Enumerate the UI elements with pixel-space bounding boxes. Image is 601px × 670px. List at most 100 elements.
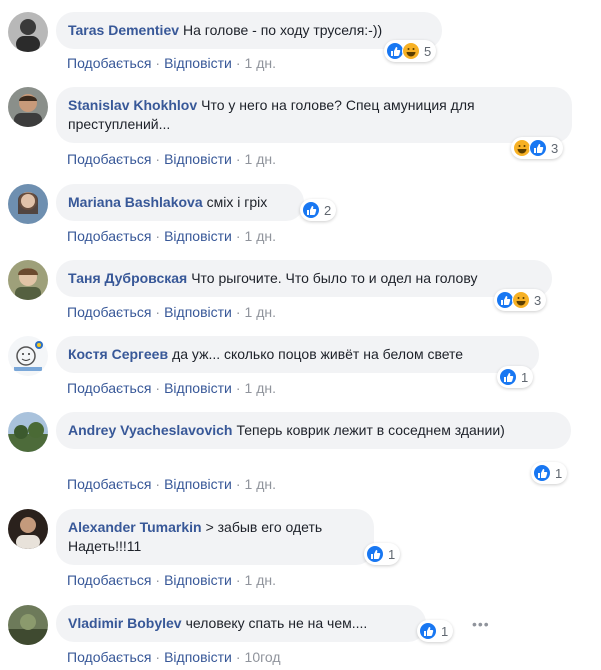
like-button[interactable]: Подобається bbox=[67, 476, 151, 492]
reaction-count: 3 bbox=[551, 140, 559, 156]
reaction-count: 1 bbox=[521, 369, 529, 385]
separator: · bbox=[155, 649, 161, 665]
reaction-count: 1 bbox=[555, 465, 563, 481]
comment-bubble: Mariana Bashlakova сміх і гріх bbox=[56, 184, 304, 221]
reply-button[interactable]: Відповісти bbox=[164, 476, 232, 492]
reply-button[interactable]: Відповісти bbox=[164, 380, 232, 396]
comment-author[interactable]: Stanislav Khokhlov bbox=[68, 97, 197, 113]
comment-author[interactable]: Andrey Vyacheslavovich bbox=[68, 422, 232, 438]
reaction-summary[interactable]: 1 bbox=[364, 543, 401, 565]
separator: · bbox=[235, 228, 241, 244]
timestamp[interactable]: 10год bbox=[245, 649, 281, 665]
like-icon bbox=[533, 464, 551, 482]
timestamp[interactable]: 1 дн. bbox=[245, 151, 276, 167]
reaction-summary[interactable]: 2 bbox=[300, 199, 337, 221]
reaction-count: 2 bbox=[324, 202, 332, 218]
separator: · bbox=[155, 228, 161, 244]
reply-button[interactable]: Відповісти bbox=[164, 304, 232, 320]
reaction-count: 1 bbox=[441, 623, 449, 639]
avatar[interactable] bbox=[8, 12, 48, 52]
like-icon bbox=[529, 139, 547, 157]
comment-actions: Подобається · Відповісти · 1 дн. bbox=[67, 55, 276, 71]
avatar[interactable] bbox=[8, 509, 48, 549]
comment-actions: Подобається · Відповісти · 1 дн. bbox=[67, 151, 276, 167]
timestamp[interactable]: 1 дн. bbox=[245, 476, 276, 492]
comment-actions: Подобається · Відповісти · 10год bbox=[67, 649, 281, 665]
like-icon bbox=[302, 201, 320, 219]
avatar[interactable] bbox=[8, 336, 48, 376]
comment-actions: Подобається · Відповісти · 1 дн. bbox=[67, 304, 276, 320]
separator: · bbox=[235, 151, 241, 167]
haha-icon bbox=[512, 291, 530, 309]
comment-actions: Подобається · Відповісти · 1 дн. bbox=[67, 476, 276, 492]
timestamp[interactable]: 1 дн. bbox=[245, 304, 276, 320]
comment-bubble: Таня Дубровская Что рыгочите. Что было то… bbox=[56, 260, 552, 297]
comment-text: человеку спать не на чем.... bbox=[185, 615, 368, 631]
separator: · bbox=[155, 151, 161, 167]
like-button[interactable]: Подобається bbox=[67, 151, 151, 167]
like-button[interactable]: Подобається bbox=[67, 572, 151, 588]
comment-author[interactable]: Костя Сергеев bbox=[68, 346, 168, 362]
reply-button[interactable]: Відповісти bbox=[164, 151, 232, 167]
comment-author[interactable]: Taras Dementiev bbox=[68, 22, 179, 38]
reply-button[interactable]: Відповісти bbox=[164, 228, 232, 244]
comment-author[interactable]: Mariana Bashlakova bbox=[68, 194, 203, 210]
avatar[interactable] bbox=[8, 412, 48, 452]
avatar[interactable] bbox=[8, 87, 48, 127]
haha-icon bbox=[402, 42, 420, 60]
comment-bubble: Stanislav Khokhlov Что у него на голове? … bbox=[56, 87, 572, 143]
reaction-summary[interactable]: 1 bbox=[531, 462, 568, 484]
reaction-summary[interactable]: 5 bbox=[384, 40, 437, 62]
like-button[interactable]: Подобається bbox=[67, 380, 151, 396]
reply-button[interactable]: Відповісти bbox=[164, 55, 232, 71]
separator: · bbox=[155, 572, 161, 588]
comment-author[interactable]: Vladimir Bobylev bbox=[68, 615, 182, 631]
more-options-icon[interactable]: ••• bbox=[472, 616, 490, 632]
comment-text: На голове - по ходу труселя:-)) bbox=[183, 22, 383, 38]
separator: · bbox=[235, 572, 241, 588]
reply-button[interactable]: Відповісти bbox=[164, 572, 232, 588]
separator: · bbox=[235, 380, 241, 396]
avatar[interactable] bbox=[8, 260, 48, 300]
separator: · bbox=[155, 476, 161, 492]
comment-author[interactable]: Таня Дубровская bbox=[68, 270, 187, 286]
comment-bubble: Taras Dementiev На голове - по ходу трусе… bbox=[56, 12, 442, 49]
like-icon bbox=[499, 368, 517, 386]
comment-author[interactable]: Alexander Tumarkin bbox=[68, 519, 202, 535]
separator: · bbox=[235, 649, 241, 665]
comment-bubble: Костя Сергеев да уж... сколько поцов живё… bbox=[56, 336, 539, 373]
comment-text: Что рыгочите. Что было то и одел на голо… bbox=[191, 270, 478, 286]
separator: · bbox=[235, 476, 241, 492]
reaction-summary[interactable]: 3 bbox=[511, 137, 564, 159]
like-icon bbox=[366, 545, 384, 563]
like-button[interactable]: Подобається bbox=[67, 304, 151, 320]
like-button[interactable]: Подобається bbox=[67, 649, 151, 665]
comment-actions: Подобається · Відповісти · 1 дн. bbox=[67, 380, 276, 396]
avatar[interactable] bbox=[8, 605, 48, 645]
reaction-summary[interactable]: 3 bbox=[494, 289, 547, 311]
separator: · bbox=[155, 380, 161, 396]
like-icon bbox=[419, 622, 437, 640]
comment-actions: Подобається · Відповісти · 1 дн. bbox=[67, 228, 276, 244]
reply-button[interactable]: Відповісти bbox=[164, 649, 232, 665]
timestamp[interactable]: 1 дн. bbox=[245, 380, 276, 396]
comment-text: сміх і гріх bbox=[206, 194, 268, 210]
timestamp[interactable]: 1 дн. bbox=[245, 55, 276, 71]
separator: · bbox=[155, 304, 161, 320]
separator: · bbox=[235, 304, 241, 320]
timestamp[interactable]: 1 дн. bbox=[245, 228, 276, 244]
reaction-summary[interactable]: 1 bbox=[497, 366, 534, 388]
like-button[interactable]: Подобається bbox=[67, 228, 151, 244]
comment-text: Теперь коврик лежит в соседнем здании) bbox=[236, 422, 505, 438]
reaction-summary[interactable]: 1 bbox=[417, 620, 454, 642]
comment-bubble: Andrey Vyacheslavovich Теперь коврик лежи… bbox=[56, 412, 571, 449]
like-button[interactable]: Подобається bbox=[67, 55, 151, 71]
separator: · bbox=[155, 55, 161, 71]
separator: · bbox=[235, 55, 241, 71]
reaction-count: 3 bbox=[534, 292, 542, 308]
comment-bubble: Alexander Tumarkin > забыв его одеть Наде… bbox=[56, 509, 374, 565]
timestamp[interactable]: 1 дн. bbox=[245, 572, 276, 588]
avatar[interactable] bbox=[8, 184, 48, 224]
comment-actions: Подобається · Відповісти · 1 дн. bbox=[67, 572, 276, 588]
reaction-count: 1 bbox=[388, 546, 396, 562]
